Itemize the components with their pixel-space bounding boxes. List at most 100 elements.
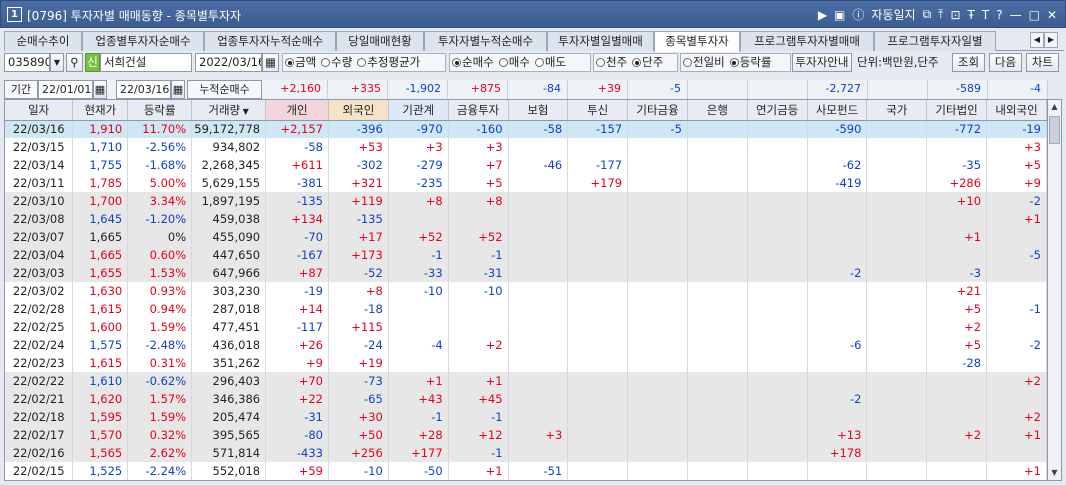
calendar-icon[interactable]: ▦ bbox=[171, 80, 185, 99]
table-row[interactable]: 22/02/24 1,575 -2.48% 436,018 +26 -24 -4 +2 -6 +5… bbox=[5, 336, 1047, 354]
investor-guide-button[interactable]: 투자자안내 bbox=[792, 53, 852, 72]
stock-name-field[interactable]: 서희건설 bbox=[100, 53, 192, 72]
column-header[interactable]: 기타금융 bbox=[627, 100, 688, 121]
maximize-icon[interactable]: □ bbox=[1029, 8, 1040, 22]
column-header[interactable]: 기타법인 bbox=[926, 100, 988, 121]
font-icon[interactable]: T bbox=[982, 8, 989, 22]
unit-opt-0[interactable]: 천주 bbox=[594, 54, 627, 71]
link-icon[interactable]: ⧉ bbox=[923, 7, 932, 22]
info-icon[interactable]: ⓘ bbox=[852, 6, 864, 23]
table-row[interactable]: 22/03/07 1,665 0% 455,090 -70 +17 +52 +52 +1 bbox=[5, 228, 1047, 246]
table-row[interactable]: 22/02/28 1,615 0.94% 287,018 +14 -18 +5 -1 bbox=[5, 300, 1047, 318]
amount-opt-0[interactable]: 금액 bbox=[283, 54, 316, 71]
scroll-up-icon[interactable]: ▲ bbox=[1048, 100, 1061, 114]
column-header[interactable]: 기관계 bbox=[388, 100, 449, 121]
table-row[interactable]: 22/02/17 1,570 0.32% 395,565 -80 +50 +28 +12 +3 +… bbox=[5, 426, 1047, 444]
sort-icon[interactable]: ▼ bbox=[240, 107, 249, 116]
trade-opt-1[interactable]: 매수 bbox=[497, 54, 530, 71]
stock-code-input[interactable]: 035890 bbox=[4, 53, 50, 72]
table-row[interactable]: 22/02/22 1,610 -0.62% 296,403 +70 -73 +1 +1 +2 bbox=[5, 372, 1047, 390]
tab-1[interactable]: 업종별투자자순매수 bbox=[82, 31, 204, 51]
table-row[interactable]: 22/02/15 1,525 -2.24% 552,018 +59 -10 -50 +1 -51… bbox=[5, 462, 1047, 480]
journal-label[interactable]: 자동일지 bbox=[871, 6, 915, 23]
tab-prev-icon[interactable]: ◀ bbox=[1030, 32, 1044, 48]
amount-opt-2[interactable]: 추정평균가 bbox=[355, 54, 420, 71]
tab-next-icon[interactable]: ▶ bbox=[1044, 32, 1058, 48]
table-row[interactable]: 22/02/21 1,620 1.57% 346,386 +22 -65 +43 +45 -2 bbox=[5, 390, 1047, 408]
table-cell: 22/03/02 bbox=[5, 282, 74, 300]
column-header[interactable]: 은행 bbox=[687, 100, 748, 121]
table-cell bbox=[687, 300, 748, 318]
radio-icon bbox=[632, 58, 642, 67]
column-header[interactable]: 사모펀드 bbox=[807, 100, 868, 121]
tab-5[interactable]: 투자자별일별매매 bbox=[547, 31, 654, 51]
table-cell bbox=[926, 444, 988, 462]
minimize-icon[interactable]: — bbox=[1010, 8, 1022, 22]
table-cell: +177 bbox=[388, 444, 449, 462]
table-row[interactable]: 22/03/16 1,910 11.70% 59,172,778 +2,157 -396-… bbox=[5, 120, 1047, 138]
code-dropdown-icon[interactable]: ▼ bbox=[50, 53, 64, 72]
column-header[interactable]: 외국인 bbox=[328, 100, 389, 121]
column-header[interactable]: 보험 bbox=[508, 100, 569, 121]
column-header[interactable]: 국가 bbox=[866, 100, 928, 121]
upload-icon[interactable]: ⤒ bbox=[938, 7, 943, 22]
column-header[interactable]: 투신 bbox=[567, 100, 629, 121]
tab-3[interactable]: 당일매매현황 bbox=[336, 31, 424, 51]
table-cell bbox=[807, 408, 868, 426]
memo-icon[interactable]: ▣ bbox=[834, 8, 845, 22]
next-button[interactable]: 다음 bbox=[989, 53, 1022, 72]
period-to-input[interactable]: 22/03/16 bbox=[116, 80, 171, 99]
column-header[interactable]: 금융투자 bbox=[448, 100, 509, 121]
table-row[interactable]: 22/02/16 1,565 2.62% 571,814 -433 +256 +177 -1 +… bbox=[5, 444, 1047, 462]
date-input[interactable]: 2022/03/16 bbox=[195, 53, 262, 72]
table-cell bbox=[687, 372, 748, 390]
calendar-icon[interactable]: ▦ bbox=[93, 80, 107, 99]
help-icon[interactable]: ? bbox=[996, 8, 1002, 22]
pin-icon[interactable]: Ŧ bbox=[968, 8, 975, 22]
table-row[interactable]: 22/03/03 1,655 1.53% 647,966 +87 -52 -33 -31 -2 -… bbox=[5, 264, 1047, 282]
play-icon[interactable]: ▶ bbox=[818, 8, 827, 22]
table-row[interactable]: 22/03/08 1,645 -1.20% 459,038 +134 -135 +1 bbox=[5, 210, 1047, 228]
tab-8[interactable]: 프로그램투자자일별 bbox=[874, 31, 996, 51]
tab-2[interactable]: 업종투자자누적순매수 bbox=[204, 31, 336, 51]
trade-opt-2[interactable]: 매도 bbox=[533, 54, 566, 71]
table-row[interactable]: 22/03/10 1,700 3.34% 1,897,195 -135 +119 +8 +8 +… bbox=[5, 192, 1047, 210]
compare-opt-1[interactable]: 등락률 bbox=[728, 54, 772, 71]
column-header[interactable]: 일자 bbox=[5, 100, 74, 121]
column-header[interactable]: 거래량 ▼ bbox=[191, 100, 267, 121]
table-row[interactable]: 22/03/15 1,710 -2.56% 934,802 -58 +53 +3 +3 +3 bbox=[5, 138, 1047, 156]
chart-button[interactable]: 차트 bbox=[1026, 53, 1059, 72]
table-row[interactable]: 22/02/23 1,615 0.31% 351,262 +9 +19 -28 bbox=[5, 354, 1047, 372]
compare-opt-0[interactable]: 전일비 bbox=[681, 54, 725, 71]
table-row[interactable]: 22/02/18 1,595 1.59% 205,474 -31 +30 -1 -1 +2 bbox=[5, 408, 1047, 426]
screen-icon[interactable]: ⊡ bbox=[950, 8, 960, 22]
unit-opt-1[interactable]: 단주 bbox=[630, 54, 663, 71]
close-icon[interactable]: ✕ bbox=[1047, 8, 1057, 22]
tab-6[interactable]: 종목별투자자 bbox=[654, 31, 740, 52]
table-row[interactable]: 22/03/04 1,665 0.60% 447,650 -167 +173 -1 -1 -5 bbox=[5, 246, 1047, 264]
column-header[interactable]: 내외국인 bbox=[986, 100, 1047, 121]
table-row[interactable]: 22/03/02 1,630 0.93% 303,230 -19 +8 -10 -10 +21 bbox=[5, 282, 1047, 300]
column-header[interactable]: 개인 bbox=[265, 100, 329, 121]
table-cell: -70 bbox=[265, 228, 329, 246]
vertical-scrollbar[interactable]: ▲ ▼ bbox=[1047, 99, 1062, 481]
tab-0[interactable]: 순매수추이 bbox=[4, 31, 82, 51]
tab-4[interactable]: 투자자별누적순매수 bbox=[424, 31, 547, 51]
column-header[interactable]: 등락률 bbox=[127, 100, 193, 121]
table-row[interactable]: 22/03/11 1,785 5.00% 5,629,155 -381 +321 -235 +… bbox=[5, 174, 1047, 192]
query-button[interactable]: 조회 bbox=[952, 53, 985, 72]
search-icon[interactable]: ⚲ bbox=[66, 53, 83, 72]
trade-opt-0[interactable]: 순매수 bbox=[450, 54, 494, 71]
column-header[interactable]: 현재가 bbox=[72, 100, 129, 121]
table-row[interactable]: 22/03/14 1,755 -1.68% 2,268,345 +611 -302 -279… bbox=[5, 156, 1047, 174]
unit-label: 단위:백만원,단주 bbox=[857, 55, 939, 69]
table-cell bbox=[747, 372, 808, 390]
amount-opt-1[interactable]: 수량 bbox=[319, 54, 352, 71]
table-row[interactable]: 22/02/25 1,600 1.59% 477,451 -117 +115 +2 bbox=[5, 318, 1047, 336]
tab-7[interactable]: 프로그램투자자별매매 bbox=[740, 31, 874, 51]
scroll-thumb[interactable] bbox=[1049, 116, 1060, 144]
calendar-icon[interactable]: ▦ bbox=[262, 53, 279, 72]
period-from-input[interactable]: 22/01/01 bbox=[38, 80, 93, 99]
scroll-down-icon[interactable]: ▼ bbox=[1048, 466, 1061, 480]
column-header[interactable]: 연기금등 bbox=[747, 100, 808, 121]
